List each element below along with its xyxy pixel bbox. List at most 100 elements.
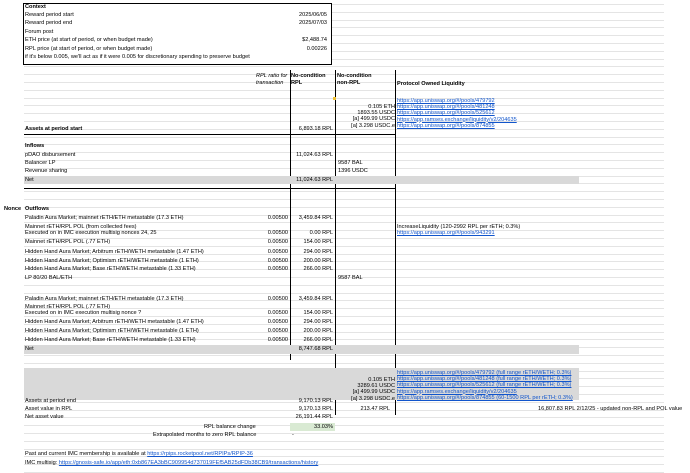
inflow-rpl: 11,024.63 RPL xyxy=(296,176,333,183)
outflow-ratio: 0.00500 xyxy=(267,337,288,343)
context-label: ETH price (at start of period, or when b… xyxy=(25,37,153,44)
outflow-rpl: 0.00 RPL xyxy=(309,230,333,236)
membership-text: Past and current IMC membership is avail… xyxy=(25,451,148,457)
border-line xyxy=(395,70,396,415)
start-rpl-value: 6,893.18 RPL xyxy=(298,126,333,132)
outflow-ratio: 0.00500 xyxy=(267,215,288,221)
outflow-rpl: 200.00 RPL xyxy=(303,328,333,334)
start-non-rpl-value: [a] 3.298 USDC.e xyxy=(351,122,395,129)
grid-line xyxy=(24,144,664,146)
end-non-rpl-value: [a] 3.298 USDC.e xyxy=(351,395,395,402)
grid-line xyxy=(24,448,664,450)
context-value: 2025/06/05 xyxy=(299,12,327,18)
grid-line xyxy=(24,206,664,208)
context-label: Forum post xyxy=(25,28,54,35)
outflow-rpl: 154.00 RPL xyxy=(303,310,333,316)
inflow-rpl: 11,024.63 RPL xyxy=(296,152,333,158)
inflow-non-rpl: 9587 BAL xyxy=(338,160,363,167)
pool-link[interactable]: https://app.uniswap.org/#/pools/874855 xyxy=(397,123,495,130)
inflow-non-rpl: 1396 USDC xyxy=(338,168,368,175)
outflow-rpl: 266.00 RPL xyxy=(303,266,333,272)
outflow-label: Paladin Aura Market; mainnet rETH/ETH me… xyxy=(25,296,184,302)
membership-row: Past and current IMC membership is avail… xyxy=(25,451,253,458)
grid-line xyxy=(24,433,664,434)
net-asset-label: Net asset value xyxy=(25,414,64,420)
outflow-rpl: 266.00 RPL xyxy=(303,337,333,343)
grid-line xyxy=(24,97,664,99)
grid-line xyxy=(24,191,664,193)
outflow-ratio: 0.00500 xyxy=(267,296,288,302)
extrapolated-label: Extrapolated months to zero RPL balance xyxy=(153,432,257,438)
outflow-ratio: 0.00500 xyxy=(267,249,288,255)
outflows-header: Outflows xyxy=(25,206,49,212)
context-value: 0.00226 xyxy=(306,45,327,52)
outflow-label: Executed on in IMC execution multisig no… xyxy=(25,230,157,236)
asset-value-non-rpl: 213.47 RPL xyxy=(360,406,390,412)
header-no-condition: No-condition RPL xyxy=(291,73,326,86)
grid-line xyxy=(24,425,664,427)
grid-line xyxy=(24,417,664,419)
outflow-label: Hidden Hand Aura Market; Arbitrum rETH/W… xyxy=(25,249,204,255)
grid-line xyxy=(24,238,664,239)
grid-line xyxy=(24,199,664,200)
header-rpl-ratio: RPL ratio for transaction xyxy=(256,73,288,86)
grid-line xyxy=(24,245,664,247)
grid-line xyxy=(24,66,664,68)
multisig-link[interactable]: https://gnosis-safe.io/app/eth:0xb867EA3… xyxy=(59,460,318,466)
context-value: $2,488.74 xyxy=(302,37,327,44)
outflow-rpl: 3,459.84 RPL xyxy=(298,296,333,302)
asset-value-note: 16,807.83 RPL 2/12/25 - updated non-RPL … xyxy=(538,406,683,412)
start-label: Assets at period start xyxy=(25,126,83,132)
end-label: Assets at period end xyxy=(25,398,76,404)
grid-line xyxy=(24,152,664,154)
inflow-label: Net xyxy=(25,176,34,183)
context-header: Context xyxy=(25,4,46,10)
asset-value-label: Asset value in RPL xyxy=(25,406,73,412)
outflow-label: Hidden Hand Aura Market; Base rETH/WETH … xyxy=(25,266,196,272)
context-label: Reward period start xyxy=(25,12,74,18)
grid-line xyxy=(24,89,664,91)
grid-line xyxy=(24,355,664,356)
outflow-ratio: 0.00500 xyxy=(267,230,288,236)
outflow-label: Hidden Hand Aura Market; Optimism rETH/W… xyxy=(25,328,199,334)
context-label: RPL price (at start of period, or when b… xyxy=(25,45,153,52)
outflow-label: Net xyxy=(25,346,34,352)
inflows-header: Inflows xyxy=(25,143,45,149)
outflow-note[interactable]: https://app.uniswap.org/#/pools/943291 xyxy=(397,230,495,237)
outflow-rpl: 154.00 RPL xyxy=(303,239,333,245)
nonce-label: Nonce xyxy=(4,206,22,212)
border-line xyxy=(24,188,396,189)
outflow-ratio: 0.00500 xyxy=(267,310,288,316)
border-line xyxy=(24,134,396,135)
context-value: 2025/07/03 xyxy=(299,20,327,27)
comment-marker xyxy=(333,97,336,100)
outflow-rpl: 200.00 RPL xyxy=(303,258,333,264)
header-no-condition-non-rpl: No-condition non-RPL xyxy=(337,73,372,86)
membership-link[interactable]: https://rpips.rocketpool.net/RPIPs/RPIP-… xyxy=(147,451,253,457)
outflow-non-rpl: 9587 BAL xyxy=(338,275,363,281)
outflow-label: Hidden Hand Aura Market; Base rETH/WETH … xyxy=(25,337,196,343)
multisig-row: IMC multisig: https://gnosis-safe.io/app… xyxy=(25,460,318,467)
header-pol: Protocol Owned Liquidity xyxy=(397,81,465,87)
outflow-ratio: 0.00500 xyxy=(267,258,288,264)
grid-line xyxy=(24,284,664,286)
outflow-label: Paladin Aura Market; mainnet rETH/ETH me… xyxy=(25,215,184,221)
outflow-ratio: 0.00500 xyxy=(267,328,288,334)
grid-line xyxy=(24,136,664,138)
outflow-label: Hidden Hand Aura Market; Optimism rETH/W… xyxy=(25,258,199,264)
outflow-label: LP 80/20 BAL/ETH xyxy=(25,275,73,281)
border-line xyxy=(335,70,336,415)
inflow-label: pDAO disbursement xyxy=(25,152,76,158)
outflow-rpl: 3,459.84 RPL xyxy=(298,215,333,221)
outflow-rpl: 8,747.68 RPL xyxy=(298,346,333,352)
extrapolated-value: - xyxy=(292,432,294,438)
inflow-label: Balancer LP xyxy=(25,160,56,167)
multisig-text: IMC multisig: xyxy=(25,460,59,466)
end-rpl-value: 9,170.13 RPL xyxy=(298,398,333,404)
outflow-label: Mainnet rETH/RPL POL (.77 ETH) xyxy=(25,239,111,245)
balance-change-value: 33.03% xyxy=(314,424,333,430)
balance-change-label: RPL balance change xyxy=(204,424,256,430)
grid-line xyxy=(24,292,664,294)
pool-link[interactable]: https://app.uniswap.org/#/pools/874855 (… xyxy=(397,395,573,402)
net-asset-value: 26,191.44 RPL xyxy=(295,414,333,420)
